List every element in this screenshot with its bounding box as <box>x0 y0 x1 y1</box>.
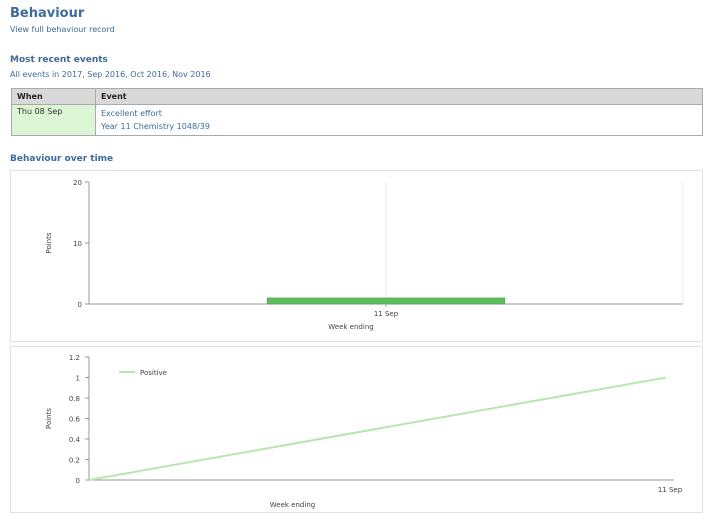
event-when-cell: Thu 08 Sep <box>11 104 96 136</box>
y-axis-label: Points <box>45 408 53 429</box>
event-detail: Year 11 Chemistry 1048/39 <box>101 122 210 131</box>
view-full-record-link[interactable]: View full behaviour record <box>10 25 115 34</box>
x-tick-label: 11 Sep <box>374 310 399 318</box>
x-axis-label: Week ending <box>328 323 373 331</box>
y-tick-label: 0 <box>76 477 80 485</box>
recent-events-title: Most recent events <box>10 55 108 65</box>
y-tick-label: 1 <box>76 375 80 383</box>
column-header-when: When <box>11 88 96 105</box>
events-table: When Event Thu 08 Sep Excellent effort Y… <box>11 88 703 136</box>
bar <box>266 297 506 305</box>
column-header-event: Event <box>95 88 703 105</box>
recent-events-subtitle: All events in 2017, Sep 2016, Oct 2016, … <box>10 70 211 79</box>
behaviour-over-time-title: Behaviour over time <box>10 154 114 164</box>
line-chart-panel: 0 0.2 0.4 0.6 0.8 1 1.2 11 Sep Positive Week endi… <box>10 346 703 513</box>
event-title[interactable]: Excellent effort <box>101 107 697 120</box>
y-tick-label: 0.4 <box>69 436 81 444</box>
series-line-positive <box>88 376 667 481</box>
bar-chart-panel: 0 10 20 11 Sep Week ending Points <box>10 170 703 342</box>
page-title: Behaviour <box>10 6 85 21</box>
y-tick-label: 20 <box>73 179 82 187</box>
table-row[interactable]: Thu 08 Sep Excellent effort Year 11 Chem… <box>11 104 703 136</box>
y-axis-label: Points <box>45 232 53 253</box>
bar-chart: 0 10 20 11 SepWeek ending Points <box>45 179 684 331</box>
y-tick-label: 10 <box>73 240 82 248</box>
event-cell: Excellent effort Year 11 Chemistry 1048/… <box>95 104 703 136</box>
events-header-row: When Event <box>11 88 703 105</box>
y-tick-label: 0 <box>78 301 82 309</box>
y-tick-label: 1.2 <box>69 354 80 362</box>
x-axis-label: Week ending <box>270 501 315 509</box>
legend-label-positive: Positive <box>140 369 167 377</box>
y-tick-label: 0.6 <box>69 416 81 424</box>
y-tick-label: 0.2 <box>69 457 80 465</box>
x-tick-label: 11 Sep <box>658 486 683 494</box>
y-tick-label: 0.8 <box>69 395 80 403</box>
line-chart: 0 0.2 0.4 0.6 0.8 1 1.2 11 Sep Positive Week endi… <box>45 354 683 509</box>
